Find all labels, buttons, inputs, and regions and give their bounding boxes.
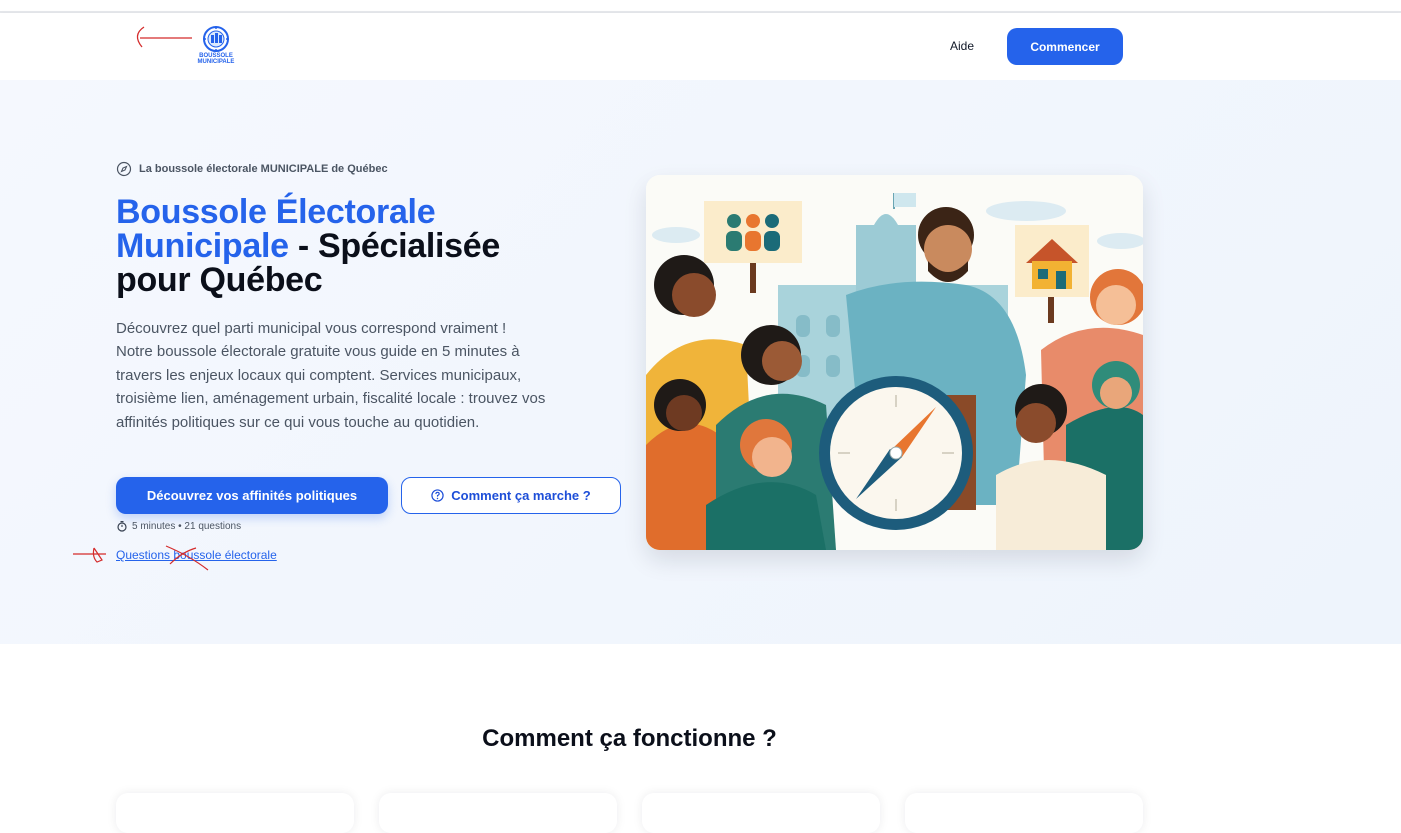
nav-help-link[interactable]: Aide: [950, 39, 974, 53]
quiz-meta-text: 5 minutes • 21 questions: [132, 520, 242, 532]
compass-icon: [116, 161, 132, 177]
hero-section: La boussole électorale MUNICIPALE de Qué…: [0, 80, 1401, 644]
start-button[interactable]: Commencer: [1007, 28, 1123, 65]
how-it-works-button[interactable]: Comment ça marche ?: [401, 477, 621, 514]
hero-description: Découvrez quel parti municipal vous corr…: [116, 320, 546, 431]
navbar: BOUSSOLE MUNICIPALE Aide Commencer: [0, 13, 1401, 80]
quiz-meta: 5 minutes • 21 questions: [116, 520, 241, 532]
step-card-1: [116, 793, 354, 833]
how-it-works-title: Comment ça fonctionne ?: [482, 725, 777, 752]
stopwatch-icon: [117, 521, 127, 532]
faq-link[interactable]: Questions boussole électorale: [116, 548, 277, 562]
step-card-4: [905, 793, 1143, 833]
help-circle-icon: [431, 489, 444, 502]
hero-eyebrow: La boussole électorale MUNICIPALE de Qué…: [116, 161, 388, 177]
how-it-works-label: Comment ça marche ?: [451, 488, 591, 503]
eyebrow-text: La boussole électorale MUNICIPALE de Qué…: [139, 163, 388, 175]
step-card-2: [379, 793, 617, 833]
logo-text-line2: MUNICIPALE: [197, 59, 235, 65]
step-card-3: [642, 793, 880, 833]
logo-text: BOUSSOLE MUNICIPALE: [190, 53, 242, 65]
discover-affinities-button[interactable]: Découvrez vos affinités politiques: [116, 477, 388, 514]
hero-title: Boussole Électorale Municipale - Spécial…: [116, 195, 556, 297]
hero-illustration: [646, 175, 1143, 550]
